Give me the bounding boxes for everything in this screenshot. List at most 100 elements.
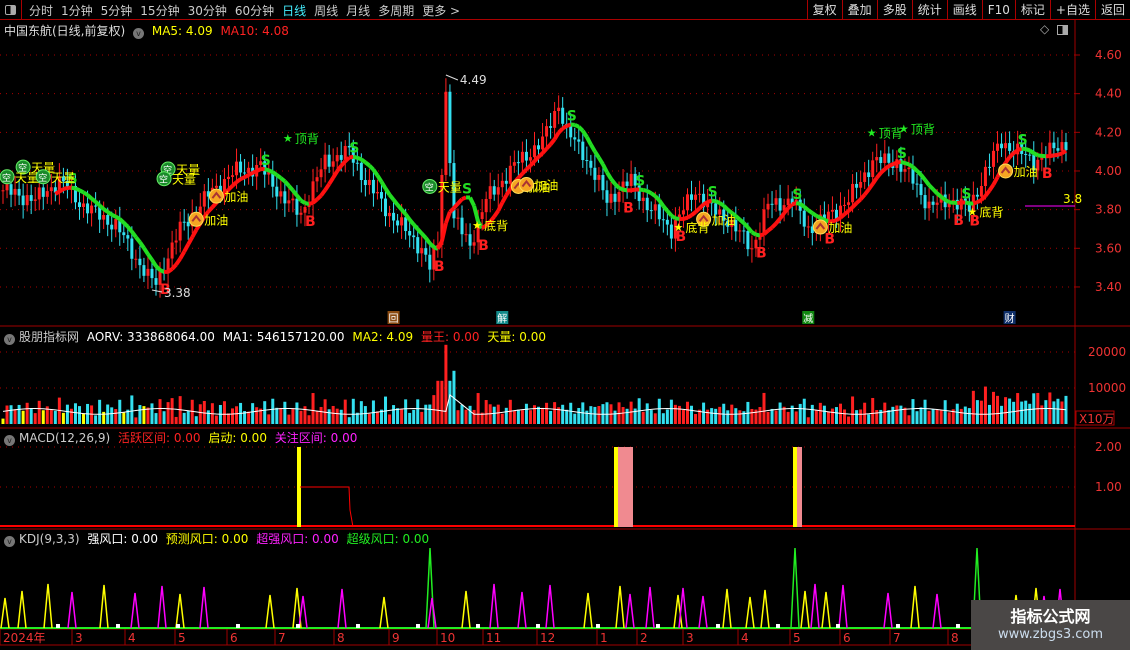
trend-line-segment: [118, 217, 126, 225]
period-tab[interactable]: 1分钟: [57, 2, 97, 19]
trend-line-segment: [686, 213, 693, 220]
volume-bar: [681, 409, 685, 424]
candle-body: [162, 270, 166, 274]
annotation-label: 加油: [204, 213, 228, 227]
annotation-label: 顶背: [911, 122, 935, 136]
period-tab[interactable]: 周线: [310, 2, 342, 19]
chevron-down-icon[interactable]: v: [4, 334, 15, 345]
candle-body: [319, 169, 323, 178]
toolbar-action-button[interactable]: 叠加: [841, 0, 877, 20]
trend-line-segment: [746, 226, 754, 234]
volume-bar: [742, 411, 746, 424]
volume-bar: [9, 405, 13, 424]
chart-canvas[interactable]: 4.604.404.204.003.803.603.40SBSBSBSBSBSB…: [0, 0, 1130, 650]
candle-body: [122, 232, 126, 236]
low-pointer: [151, 289, 163, 293]
period-tab[interactable]: 15分钟: [136, 2, 183, 19]
candle-body: [98, 206, 102, 220]
chevron-down-icon[interactable]: v: [4, 435, 15, 446]
trend-line-segment: [439, 222, 448, 242]
signal-box-label: 减: [803, 313, 813, 325]
trend-line-segment: [581, 129, 589, 139]
toolbar-action-button[interactable]: 返回: [1094, 0, 1130, 20]
period-tab[interactable]: 更多 >: [418, 2, 464, 19]
sell-signal: S: [261, 153, 271, 169]
kdj-marker: [836, 624, 840, 628]
candle-body: [263, 161, 267, 175]
trend-line-segment: [371, 168, 380, 177]
date-label: 10: [440, 631, 455, 645]
volume-bar: [1008, 398, 1012, 424]
candle-body: [379, 192, 383, 199]
trend-line-segment: [537, 151, 544, 159]
volume-bar: [532, 405, 536, 424]
trend-line-segment: [927, 183, 935, 191]
period-tab[interactable]: 多周期: [374, 2, 418, 19]
toolbar-action-button[interactable]: 标记: [1014, 0, 1050, 20]
fuel-icon: [510, 178, 526, 194]
period-tab[interactable]: 30分钟: [184, 2, 231, 19]
annotation-label: 加油: [224, 190, 248, 204]
candle-body: [279, 191, 283, 197]
candle-body: [508, 165, 512, 184]
toolbar-action-button[interactable]: +自选: [1049, 0, 1095, 20]
period-tab[interactable]: 月线: [342, 2, 374, 19]
volume-bar: [351, 398, 355, 424]
kdj-spike: [199, 586, 209, 629]
candle-body: [239, 161, 243, 173]
trend-line-segment: [383, 187, 392, 196]
volume-bar: [424, 404, 428, 424]
chevron-down-icon[interactable]: v: [133, 28, 145, 39]
period-tab[interactable]: 分时: [25, 2, 57, 19]
candle-body: [963, 198, 967, 203]
trend-line-segment: [433, 245, 439, 251]
chevron-down-icon[interactable]: v: [4, 536, 15, 547]
date-label: 4: [128, 631, 136, 645]
diamond-icon[interactable]: ◇: [1040, 22, 1049, 36]
kong-icon: [422, 178, 438, 194]
kdj-spike: [625, 593, 635, 629]
candle-body: [106, 215, 110, 225]
period-tab[interactable]: 5分钟: [97, 2, 137, 19]
toolbar-action-button[interactable]: 多股: [876, 0, 912, 20]
volume-bar: [714, 408, 718, 424]
candle-body: [37, 187, 41, 200]
panel-icon[interactable]: [1057, 25, 1068, 35]
toolbar-action-button[interactable]: 统计: [911, 0, 947, 20]
toolbar-action-button[interactable]: F10: [981, 0, 1015, 20]
period-tab[interactable]: 60分钟: [231, 2, 278, 19]
trend-line-segment: [267, 168, 274, 174]
candle-body: [673, 220, 677, 239]
toolbar-action-button[interactable]: 画线: [946, 0, 982, 20]
toolbar-action-button[interactable]: 复权: [806, 0, 842, 20]
kdj-spike: [157, 585, 167, 629]
kong-icon: [160, 161, 176, 177]
candle-body: [53, 187, 57, 193]
trend-line-segment: [939, 195, 947, 202]
trend-line-segment: [114, 214, 121, 221]
trend-line-segment: [904, 161, 910, 167]
toggle-sidebar-button[interactable]: [0, 0, 22, 20]
sell-signal: S: [961, 186, 971, 202]
trend-line-segment: [718, 201, 725, 208]
trend-line-segment: [859, 193, 867, 201]
volume-bar: [311, 393, 315, 424]
candle-body: [231, 175, 235, 177]
candle-body: [778, 198, 782, 211]
kdj-marker: [536, 624, 540, 628]
candle-body: [694, 194, 698, 200]
volume-bar: [649, 410, 653, 424]
fuel-icon: [812, 219, 828, 235]
trend-line-segment: [622, 187, 628, 193]
volume-bar: [186, 410, 190, 424]
trend-line-segment: [726, 208, 734, 215]
trend-line-segment: [456, 197, 464, 205]
volume-bar: [448, 380, 452, 424]
trend-line-segment: [231, 180, 238, 188]
kong-icon: [35, 169, 51, 185]
trend-line-segment: [94, 200, 101, 207]
trend-line-segment: [609, 177, 617, 186]
period-tab[interactable]: 日线: [278, 2, 310, 19]
candle-body: [202, 191, 206, 207]
annotation-label: 顶背: [879, 126, 903, 140]
